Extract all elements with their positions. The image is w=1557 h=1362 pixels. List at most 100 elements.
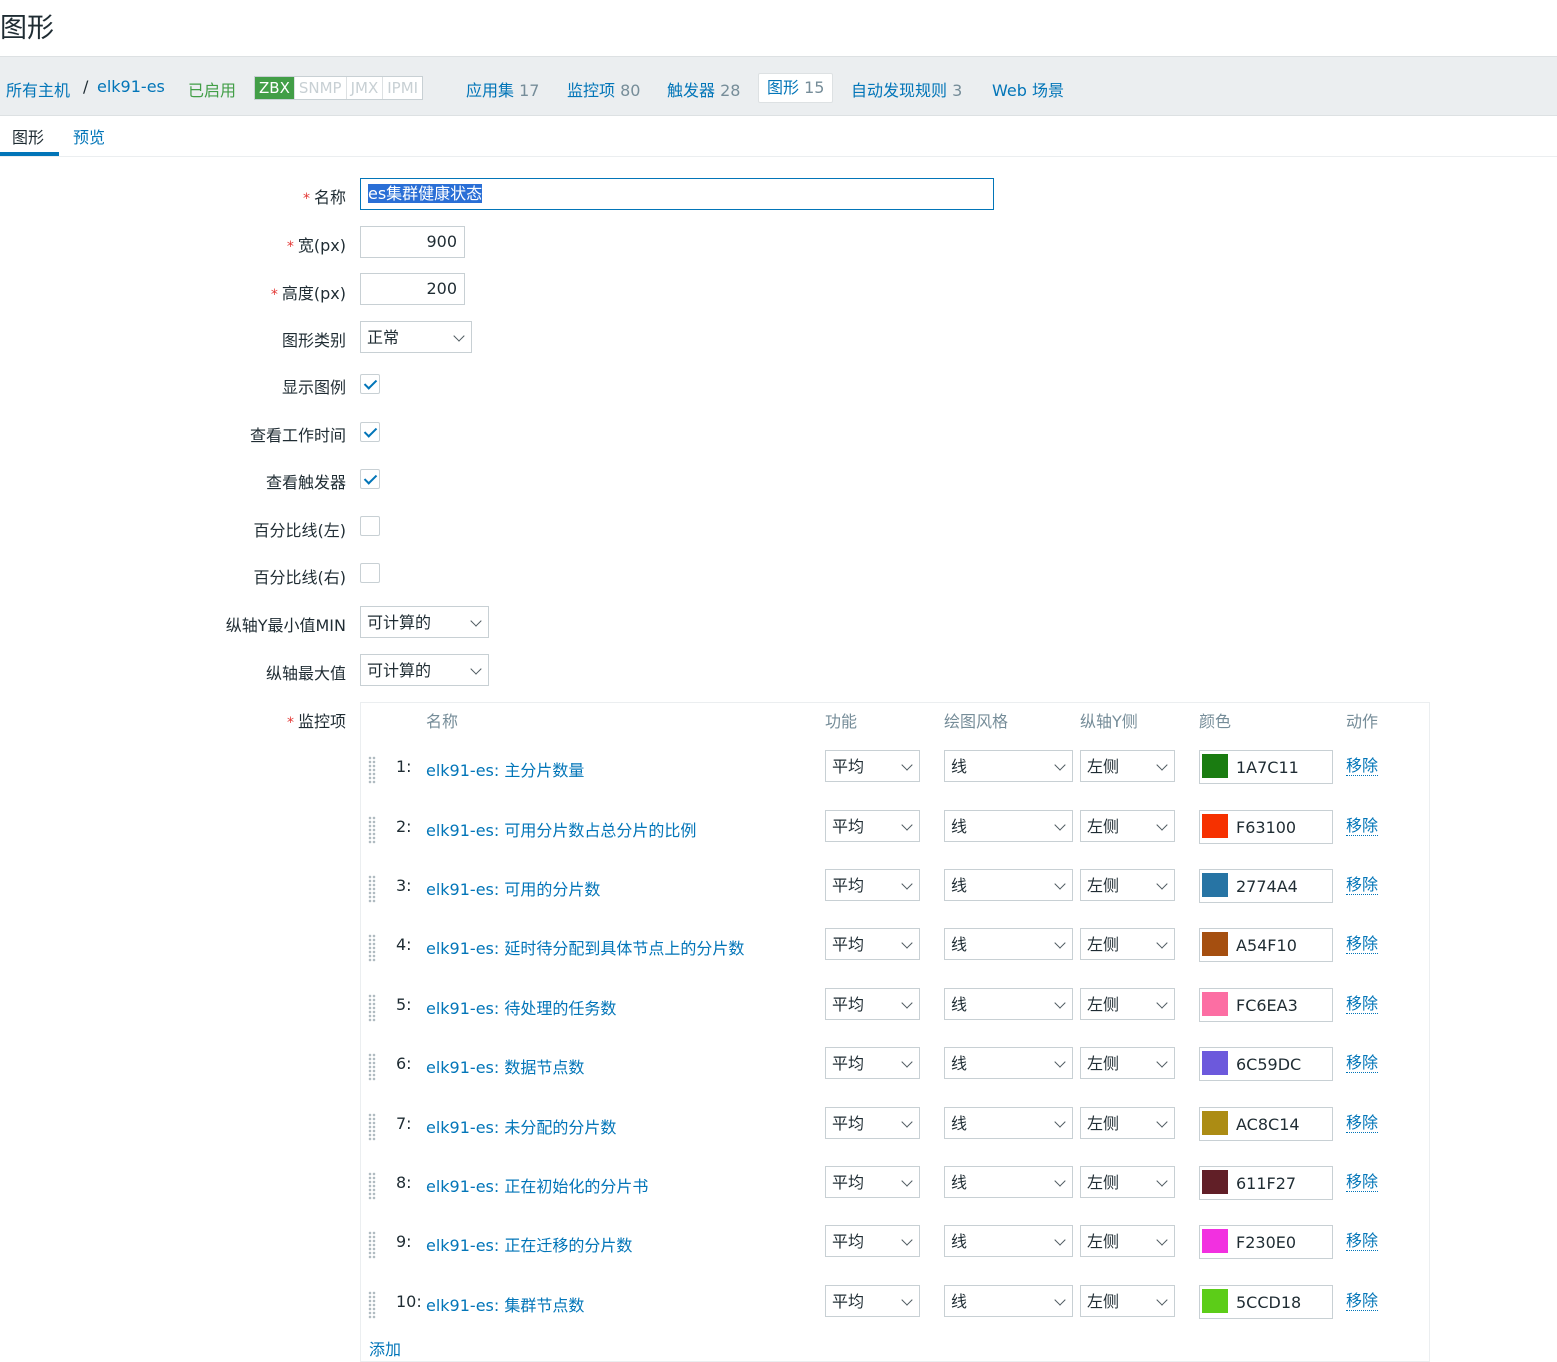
nav-applications-label[interactable]: 应用集 [466, 81, 514, 100]
name-input[interactable]: es集群健康状态 [360, 178, 994, 210]
nav-discovery-label[interactable]: 自动发现规则 [851, 81, 947, 100]
color-input[interactable]: 611F27 [1199, 1166, 1333, 1200]
item-name-link[interactable]: elk91-es: 可用的分片数 [426, 876, 600, 900]
nav-graphs-active[interactable]: 图形 15 [758, 73, 834, 103]
color-swatch[interactable] [1202, 1111, 1228, 1135]
item-name-link[interactable]: elk91-es: 数据节点数 [426, 1054, 584, 1078]
color-input[interactable]: F63100 [1199, 810, 1333, 844]
item-name-link[interactable]: elk91-es: 延时待分配到具体节点上的分片数 [426, 935, 744, 959]
percentile-left-checkbox[interactable] [360, 516, 380, 536]
percentile-right-checkbox[interactable] [360, 563, 380, 583]
item-name-link[interactable]: elk91-es: 未分配的分片数 [426, 1114, 616, 1138]
nav-applications[interactable]: 应用集 17 [466, 77, 539, 101]
nav-triggers[interactable]: 触发器 28 [667, 77, 740, 101]
color-input[interactable]: FC6EA3 [1199, 988, 1333, 1022]
width-input[interactable]: 900 [360, 226, 465, 258]
remove-item-link[interactable]: 移除 [1346, 757, 1379, 776]
function-select[interactable]: 平均 [825, 1047, 920, 1079]
color-swatch[interactable] [1202, 992, 1228, 1016]
item-name-link[interactable]: elk91-es: 集群节点数 [426, 1292, 584, 1316]
color-swatch[interactable] [1202, 754, 1228, 778]
draw-style-select[interactable]: 线 [944, 869, 1073, 901]
draw-style-select[interactable]: 线 [944, 1047, 1073, 1079]
drag-handle-icon[interactable] [368, 875, 376, 903]
breadcrumb-all-hosts[interactable]: 所有主机 [6, 77, 70, 101]
add-item-link[interactable]: 添加 [369, 1336, 401, 1360]
drag-handle-icon[interactable] [368, 1113, 376, 1141]
y-side-select[interactable]: 左侧 [1080, 1285, 1175, 1317]
y-side-select[interactable]: 左侧 [1080, 1225, 1175, 1257]
tab-graph[interactable]: 图形 [12, 124, 44, 148]
function-select[interactable]: 平均 [825, 810, 920, 842]
color-input[interactable]: 6C59DC [1199, 1047, 1333, 1081]
function-select[interactable]: 平均 [825, 1107, 920, 1139]
draw-style-select[interactable]: 线 [944, 810, 1073, 842]
nav-graphs-label[interactable]: 图形 [767, 78, 799, 97]
color-input[interactable]: AC8C14 [1199, 1107, 1333, 1141]
breadcrumb-host[interactable]: elk91-es [97, 77, 165, 96]
y-side-select[interactable]: 左侧 [1080, 750, 1175, 782]
item-name-link[interactable]: elk91-es: 待处理的任务数 [426, 995, 616, 1019]
color-input[interactable]: A54F10 [1199, 928, 1333, 962]
item-name-link[interactable]: elk91-es: 可用分片数占总分片的比例 [426, 817, 696, 841]
drag-handle-icon[interactable] [368, 1231, 376, 1259]
color-input[interactable]: 5CCD18 [1199, 1285, 1333, 1319]
y-side-select[interactable]: 左侧 [1080, 810, 1175, 842]
remove-item-link[interactable]: 移除 [1346, 876, 1379, 895]
color-swatch[interactable] [1202, 814, 1228, 838]
draw-style-select[interactable]: 线 [944, 928, 1073, 960]
drag-handle-icon[interactable] [368, 816, 376, 844]
function-select[interactable]: 平均 [825, 1285, 920, 1317]
color-swatch[interactable] [1202, 873, 1228, 897]
y-side-select[interactable]: 左侧 [1080, 988, 1175, 1020]
ymax-select[interactable]: 可计算的 [360, 654, 489, 686]
nav-discovery-rules[interactable]: 自动发现规则 3 [851, 77, 962, 101]
drag-handle-icon[interactable] [368, 994, 376, 1022]
y-side-select[interactable]: 左侧 [1080, 1107, 1175, 1139]
remove-item-link[interactable]: 移除 [1346, 935, 1379, 954]
nav-items-label[interactable]: 监控项 [567, 81, 615, 100]
color-swatch[interactable] [1202, 1289, 1228, 1313]
color-swatch[interactable] [1202, 932, 1228, 956]
y-side-select[interactable]: 左侧 [1080, 1166, 1175, 1198]
function-select[interactable]: 平均 [825, 1166, 920, 1198]
draw-style-select[interactable]: 线 [944, 1107, 1073, 1139]
function-select[interactable]: 平均 [825, 750, 920, 782]
drag-handle-icon[interactable] [368, 1053, 376, 1081]
drag-handle-icon[interactable] [368, 934, 376, 962]
show-legend-checkbox[interactable] [360, 374, 380, 394]
draw-style-select[interactable]: 线 [944, 1225, 1073, 1257]
draw-style-select[interactable]: 线 [944, 1166, 1073, 1198]
color-swatch[interactable] [1202, 1170, 1228, 1194]
drag-handle-icon[interactable] [368, 756, 376, 784]
draw-style-select[interactable]: 线 [944, 1285, 1073, 1317]
color-swatch[interactable] [1202, 1229, 1228, 1253]
y-side-select[interactable]: 左侧 [1080, 928, 1175, 960]
item-name-link[interactable]: elk91-es: 正在迁移的分片数 [426, 1232, 632, 1256]
remove-item-link[interactable]: 移除 [1346, 995, 1379, 1014]
draw-style-select[interactable]: 线 [944, 988, 1073, 1020]
y-side-select[interactable]: 左侧 [1080, 869, 1175, 901]
item-name-link[interactable]: elk91-es: 主分片数量 [426, 757, 584, 781]
remove-item-link[interactable]: 移除 [1346, 1114, 1379, 1133]
remove-item-link[interactable]: 移除 [1346, 1173, 1379, 1192]
remove-item-link[interactable]: 移除 [1346, 1292, 1379, 1311]
draw-style-select[interactable]: 线 [944, 750, 1073, 782]
drag-handle-icon[interactable] [368, 1291, 376, 1319]
remove-item-link[interactable]: 移除 [1346, 1232, 1379, 1251]
nav-triggers-label[interactable]: 触发器 [667, 81, 715, 100]
function-select[interactable]: 平均 [825, 928, 920, 960]
remove-item-link[interactable]: 移除 [1346, 817, 1379, 836]
y-side-select[interactable]: 左侧 [1080, 1047, 1175, 1079]
host-status-enabled[interactable]: 已启用 [188, 77, 236, 101]
show-triggers-checkbox[interactable] [360, 469, 380, 489]
item-name-link[interactable]: elk91-es: 正在初始化的分片书 [426, 1173, 648, 1197]
color-input[interactable]: F230E0 [1199, 1225, 1333, 1259]
nav-items[interactable]: 监控项 80 [567, 77, 640, 101]
color-swatch[interactable] [1202, 1051, 1228, 1075]
graph-type-select[interactable]: 正常 [360, 321, 472, 353]
function-select[interactable]: 平均 [825, 988, 920, 1020]
tab-preview[interactable]: 预览 [73, 124, 105, 148]
color-input[interactable]: 1A7C11 [1199, 750, 1333, 784]
nav-web-scenarios[interactable]: Web 场景 [992, 77, 1064, 101]
